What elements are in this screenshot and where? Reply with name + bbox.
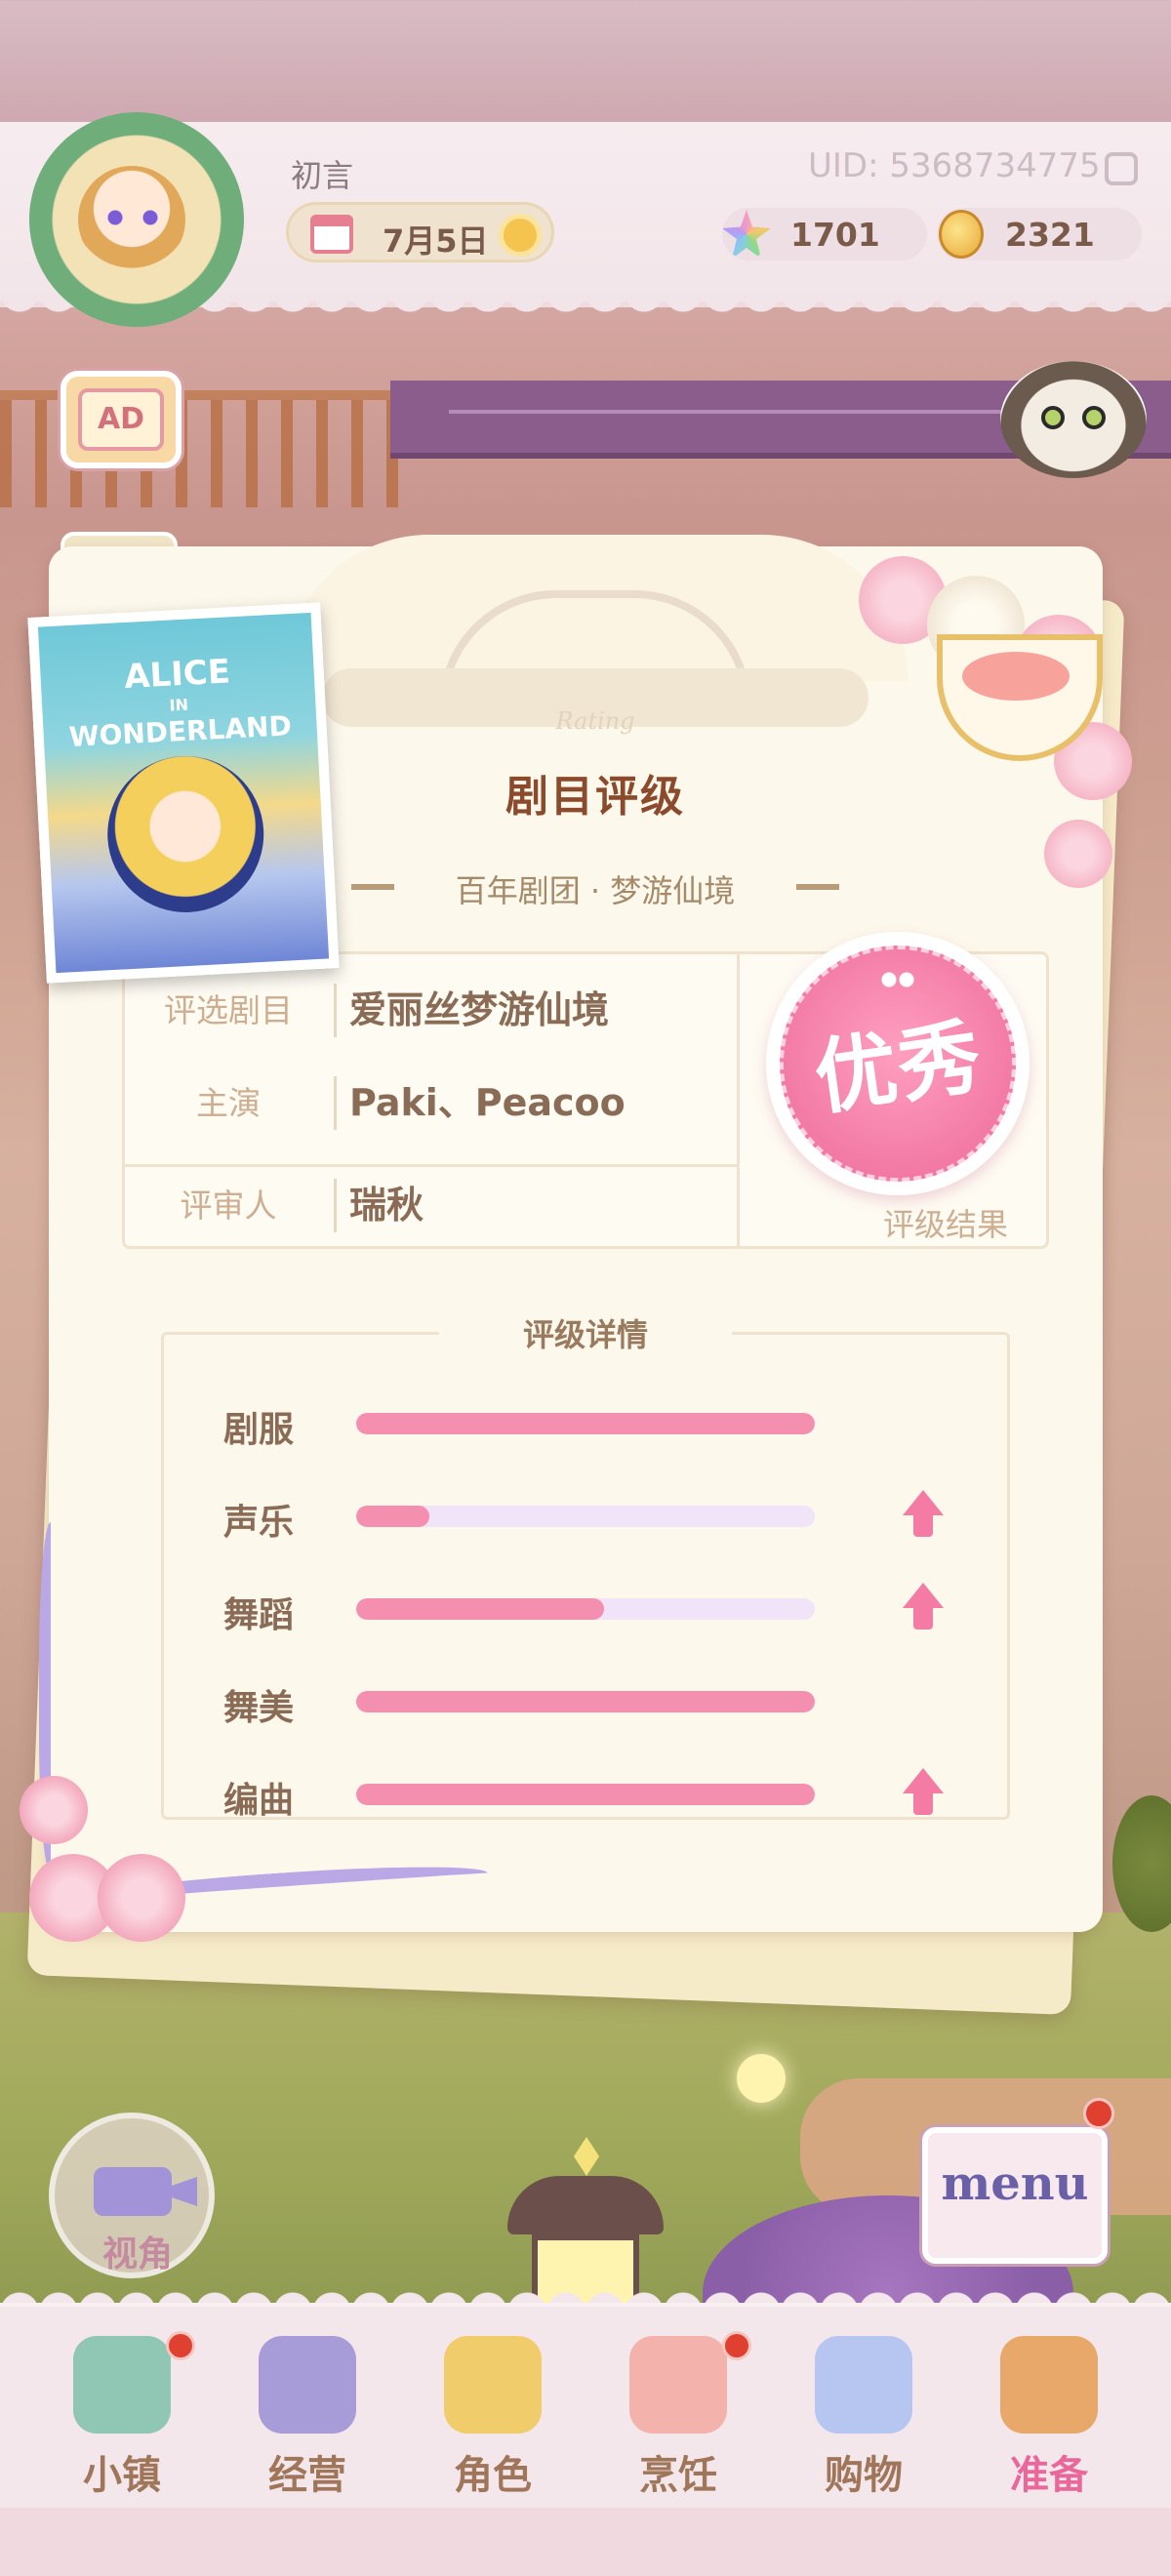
nav-label: 烹饪 bbox=[639, 2453, 717, 2498]
stat-progress-fill bbox=[356, 1691, 815, 1712]
bottom-nav: 小镇 经营 角色 烹饪 购物 准备 bbox=[0, 2303, 1171, 2508]
info-value: Paki、Peacoo bbox=[349, 1081, 626, 1124]
stat-progress-track bbox=[356, 1784, 815, 1805]
nav-label: 角色 bbox=[454, 2453, 532, 2498]
stat-progress-track bbox=[356, 1506, 815, 1527]
nav-label: 经营 bbox=[268, 2453, 346, 2498]
card-subtitle: 百年剧团 · 梦游仙境 bbox=[351, 866, 839, 911]
coin-count: 2321 bbox=[1005, 216, 1095, 254]
stat-row: 舞蹈 bbox=[195, 1581, 976, 1639]
nav-label: 购物 bbox=[825, 2453, 903, 2498]
grade-stamp: 优秀 bbox=[766, 932, 1030, 1195]
date-text: 7月5日 bbox=[383, 222, 489, 260]
rating-watermark: Rating bbox=[555, 707, 635, 735]
shopping-bag-icon bbox=[815, 2336, 912, 2434]
copy-icon[interactable] bbox=[1105, 152, 1138, 185]
stat-row: 舞美 bbox=[195, 1673, 976, 1732]
camera-icon bbox=[94, 2167, 172, 2216]
rose-decoration bbox=[20, 1756, 215, 1971]
sparkle-divider-icon bbox=[351, 884, 394, 890]
stat-row: 声乐 bbox=[195, 1488, 976, 1547]
card-title: 剧目评级 bbox=[505, 772, 685, 822]
stat-name: 声乐 bbox=[222, 1503, 294, 1543]
info-row-judge: 评审人 瑞秋 bbox=[125, 1159, 737, 1252]
garden-lamp-icon bbox=[737, 2054, 786, 2103]
gem-counter[interactable]: 1701 bbox=[722, 208, 927, 261]
menu-button[interactable]: menu bbox=[912, 2098, 1117, 2274]
player-name: 初言 bbox=[291, 157, 354, 194]
info-value: 爱丽丝梦游仙境 bbox=[349, 988, 610, 1031]
info-label: 主演 bbox=[196, 1084, 261, 1122]
info-label: 评审人 bbox=[180, 1187, 277, 1225]
gem-count: 1701 bbox=[790, 216, 880, 254]
character-icon bbox=[444, 2336, 542, 2434]
stat-progress-fill bbox=[356, 1598, 604, 1620]
sparkle-divider-icon bbox=[796, 884, 839, 890]
stat-progress-track bbox=[356, 1413, 815, 1434]
stat-name: 剧服 bbox=[222, 1410, 294, 1450]
alice-character-icon bbox=[103, 751, 268, 917]
teacup-flowers-decoration bbox=[859, 546, 1142, 917]
player-avatar[interactable] bbox=[0, 73, 263, 327]
stat-progress-track bbox=[356, 1598, 815, 1620]
info-value: 瑞秋 bbox=[349, 1184, 424, 1227]
basket-icon bbox=[1000, 2336, 1098, 2434]
bow-icon bbox=[881, 971, 914, 988]
ad-button[interactable]: AD bbox=[61, 371, 182, 468]
nav-item-basket[interactable]: 准备 bbox=[956, 2307, 1142, 2512]
cat-eye-icon bbox=[1041, 406, 1065, 429]
bottom-strip bbox=[0, 2508, 1171, 2576]
nav-label: 小镇 bbox=[83, 2453, 161, 2498]
gem-flower-icon bbox=[722, 210, 771, 259]
nav-item-shop-bag[interactable]: 经营 bbox=[215, 2307, 400, 2512]
info-row-play: 评选剧目 爱丽丝梦游仙境 bbox=[125, 964, 737, 1057]
notification-badge bbox=[166, 2331, 195, 2360]
detail-title: 评级详情 bbox=[439, 1310, 732, 1359]
notification-badge bbox=[1083, 2098, 1114, 2129]
grade-label: 评级结果 bbox=[883, 1206, 1009, 1243]
stat-progress-fill bbox=[356, 1506, 430, 1527]
cat-chat-button[interactable] bbox=[1000, 361, 1147, 478]
map-icon bbox=[73, 2336, 171, 2434]
menu-label: menu bbox=[941, 2156, 1089, 2211]
date-display[interactable]: 7月5日 bbox=[286, 202, 554, 262]
stat-row: 剧服 bbox=[195, 1395, 976, 1454]
upgrade-arrow-icon[interactable] bbox=[903, 1768, 944, 1815]
cat-eye-icon bbox=[1082, 406, 1106, 429]
stat-progress-fill bbox=[356, 1784, 815, 1805]
coin-icon bbox=[939, 210, 984, 259]
nav-item-sandwich[interactable]: 烹饪 bbox=[586, 2307, 771, 2512]
nav-item-shopping-bag[interactable]: 购物 bbox=[771, 2307, 956, 2512]
alice-poster-art: ALICE IN WONDERLAND bbox=[37, 612, 330, 974]
nav-label: 准备 bbox=[1010, 2453, 1088, 2498]
camera-view-button[interactable]: 视角 bbox=[49, 2113, 215, 2278]
camera-view-label: 视角 bbox=[101, 2234, 173, 2274]
info-label: 评选剧目 bbox=[164, 991, 293, 1029]
ad-label: AD bbox=[78, 388, 164, 451]
upgrade-arrow-icon[interactable] bbox=[903, 1490, 944, 1537]
notification-badge bbox=[722, 2331, 751, 2360]
stat-progress-fill bbox=[356, 1413, 815, 1434]
play-poster: ALICE IN WONDERLAND bbox=[27, 602, 340, 984]
uid-text: UID: 5368734775 bbox=[808, 146, 1101, 185]
nav-item-map[interactable]: 小镇 bbox=[29, 2307, 215, 2512]
sun-weather-icon bbox=[504, 219, 537, 252]
coin-counter[interactable]: 2321 bbox=[937, 208, 1142, 261]
upgrade-arrow-icon[interactable] bbox=[903, 1583, 944, 1630]
nav-item-character[interactable]: 角色 bbox=[400, 2307, 586, 2512]
stage-curtain-ornament: Rating bbox=[322, 571, 868, 766]
calendar-icon bbox=[310, 215, 353, 254]
stat-row: 编曲 bbox=[195, 1766, 976, 1825]
stat-name: 舞蹈 bbox=[222, 1595, 294, 1635]
info-row-lead: 主演 Paki、Peacoo bbox=[125, 1057, 737, 1149]
shop-bag-icon bbox=[259, 2336, 356, 2434]
sandwich-icon bbox=[629, 2336, 727, 2434]
stat-name: 舞美 bbox=[222, 1688, 294, 1728]
stat-progress-track bbox=[356, 1691, 815, 1712]
